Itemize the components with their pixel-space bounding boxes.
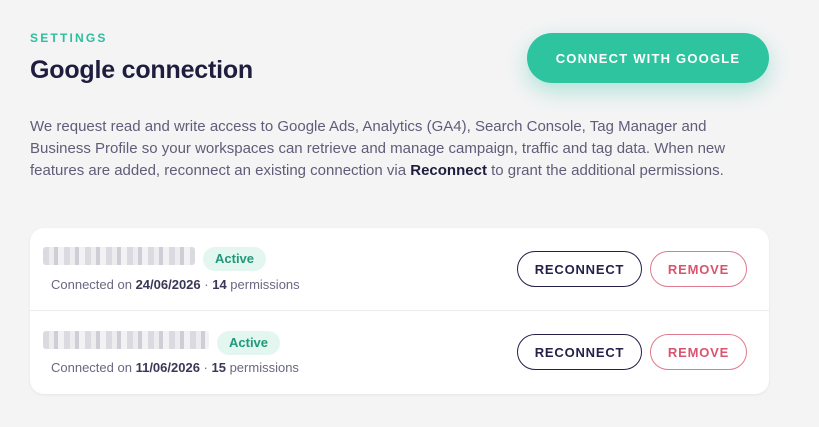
permissions-count: 15 — [211, 360, 226, 375]
permissions-count: 14 — [212, 277, 227, 292]
connection-row: Active Connected on 11/06/2026 · 15 perm… — [30, 311, 769, 394]
permissions-suffix: permissions — [226, 277, 300, 292]
connect-with-google-button[interactable]: CONNECT WITH GOOGLE — [527, 33, 769, 83]
description-emphasis: Reconnect — [410, 162, 487, 179]
reconnect-button[interactable]: RECONNECT — [517, 334, 642, 370]
redacted-account-email — [43, 331, 209, 349]
connected-date: 11/06/2026 — [135, 360, 200, 375]
remove-button[interactable]: REMOVE — [650, 251, 747, 287]
meta-separator: · — [200, 277, 213, 292]
connected-prefix: Connected on — [51, 360, 136, 375]
connection-row: Active Connected on 24/06/2026 · 14 perm… — [30, 228, 769, 311]
status-badge: Active — [203, 247, 267, 271]
connection-meta: Connected on 24/06/2026 · 14 permissions — [51, 277, 300, 292]
connection-meta: Connected on 11/06/2026 · 15 permissions — [51, 360, 299, 375]
remove-button[interactable]: REMOVE — [650, 334, 747, 370]
permissions-suffix: permissions — [225, 360, 299, 375]
connections-card: Active Connected on 24/06/2026 · 14 perm… — [30, 228, 769, 394]
description-text-end: to grant the additional permissions. — [486, 162, 724, 179]
connected-prefix: Connected on — [51, 277, 136, 292]
connected-date: 24/06/2026 — [135, 277, 201, 292]
reconnect-button[interactable]: RECONNECT — [517, 251, 642, 287]
meta-separator: · — [199, 360, 212, 375]
page-title: Google connection — [30, 56, 253, 84]
redacted-account-email — [43, 247, 195, 265]
description: We request read and write access to Goog… — [30, 116, 770, 182]
settings-eyebrow: SETTINGS — [30, 31, 108, 45]
status-badge: Active — [217, 331, 281, 355]
